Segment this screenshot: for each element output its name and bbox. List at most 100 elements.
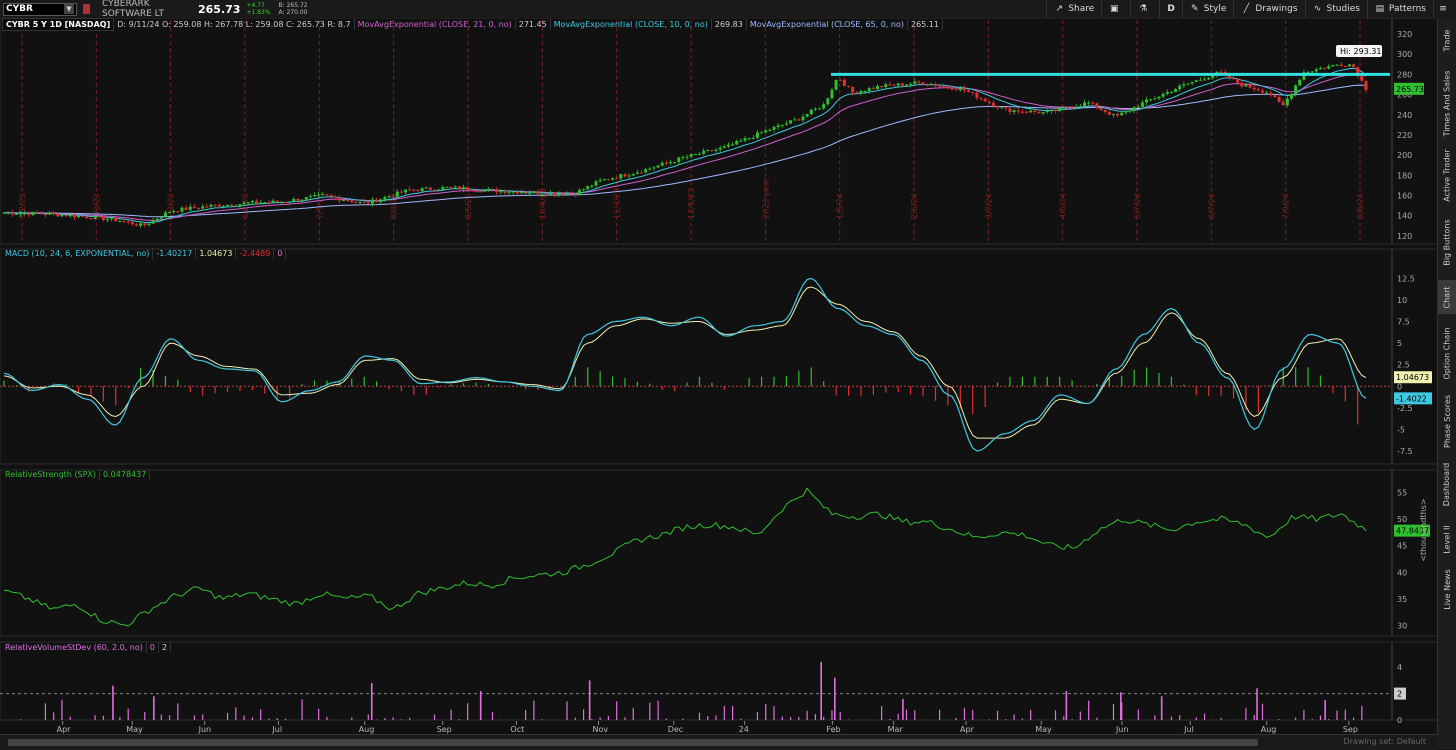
bid: B: 265.72 — [278, 2, 308, 9]
candle-body — [370, 199, 374, 204]
candle-body — [366, 202, 370, 204]
candle-body — [1261, 90, 1265, 93]
date-label: 7/9/24 — [1282, 193, 1291, 219]
candle-body — [1182, 84, 1186, 86]
flag-icon[interactable] — [83, 4, 90, 14]
candle-body — [126, 221, 130, 223]
candle-body — [292, 198, 296, 202]
candle-body — [1265, 92, 1269, 94]
candle-body — [35, 211, 39, 214]
candle-body — [933, 84, 937, 86]
sidebar-tab-big-buttons[interactable]: Big Buttons — [1438, 210, 1456, 274]
studies-icon: ∿ — [1313, 4, 1322, 14]
candle-body — [1194, 80, 1198, 83]
sidebar-tab-trade[interactable]: Trade — [1438, 20, 1456, 60]
rs-tick-label: 45 — [1397, 542, 1407, 551]
price-title: CYBR 5 Y 1D [NASDAQ] — [2, 18, 115, 31]
sidebar-tab-live-news[interactable]: Live News — [1438, 566, 1456, 612]
horizontal-scrollbar[interactable] — [8, 739, 1258, 746]
candle-body — [118, 221, 122, 223]
candle-body — [1236, 78, 1240, 83]
candle-body — [275, 200, 279, 202]
studies-button[interactable]: ∿ Studies — [1304, 0, 1367, 18]
candle-body — [383, 197, 387, 200]
price-pane[interactable]: 1201401601802002202402602803003203/2/23 4… — [0, 18, 1438, 245]
candle-body — [553, 192, 557, 195]
clipboard-button[interactable]: ▣ — [1101, 0, 1130, 18]
candle-body — [648, 168, 652, 170]
candle-body — [706, 150, 710, 152]
candle-body — [217, 204, 221, 207]
candle-body — [85, 216, 89, 219]
rs-frame — [0, 469, 1438, 637]
candle-body — [139, 223, 143, 226]
candle-body — [842, 79, 846, 86]
candle-body — [1091, 102, 1095, 104]
symbol-selector[interactable]: CYBR ▼ — [3, 2, 77, 16]
flask-button[interactable]: ⚗ — [1130, 0, 1159, 18]
sidebar-tab-level-ii[interactable]: Level II — [1438, 518, 1456, 560]
candle-body — [826, 98, 830, 105]
price-tick-label: 120 — [1397, 232, 1412, 241]
month-label: Jun — [198, 725, 212, 734]
candle-body — [921, 82, 925, 85]
candle-body — [105, 219, 109, 221]
candle-body — [1174, 89, 1178, 93]
sidebar-tab-option-chain[interactable]: Option Chain — [1438, 320, 1456, 386]
relative-strength-pane[interactable]: 30354045505547.8437<thousandths> — [0, 469, 1438, 637]
candle-body — [27, 213, 31, 216]
candle-body — [470, 190, 474, 192]
drawings-button[interactable]: ╱ Drawings — [1233, 0, 1304, 18]
candle-body — [611, 178, 615, 180]
sidebar-tab-active-trader[interactable]: Active Trader — [1438, 146, 1456, 204]
sidebar-tab-times-and-sales[interactable]: Times And Sales — [1438, 66, 1456, 140]
aggregation-label: D — [1167, 4, 1175, 14]
ema21-label: MovAvgExponential (CLOSE, 21, 0, no) — [355, 19, 516, 30]
candle-body — [768, 129, 772, 131]
candle-body — [797, 119, 801, 121]
share-button[interactable]: ↗ Share — [1046, 0, 1101, 18]
menu-button[interactable]: ≡ — [1433, 0, 1456, 18]
candle-body — [412, 189, 416, 191]
candle-body — [1045, 110, 1049, 113]
candle-body — [114, 217, 118, 222]
sidebar-tab-phase-scores[interactable]: Phase Scores — [1438, 392, 1456, 450]
relative-volume-pane[interactable]: 0242 — [0, 641, 1438, 725]
candle-body — [789, 120, 793, 124]
chart-area[interactable]: 1201401601802002202402602803003203/2/23 4… — [0, 18, 1438, 734]
candle-body — [847, 85, 851, 87]
candle-body — [1140, 102, 1144, 107]
candle-body — [962, 88, 966, 91]
rv-tick-label: 0 — [1397, 716, 1402, 725]
candle-body — [201, 206, 205, 209]
candle-body — [1335, 64, 1339, 66]
candle-body — [1066, 107, 1070, 109]
chevron-down-icon[interactable]: ▼ — [64, 4, 74, 14]
macd-pane[interactable]: 12.5 10 7.5 5 2.5 0 -2.5 -5 -7.5 1.04673 -1.4022 — [0, 248, 1438, 465]
price-frame — [0, 18, 1438, 245]
macd-tick-label: 10 — [1397, 296, 1407, 305]
macd-legend: MACD (10, 24, 6, EXPONENTIAL, no) -1.402… — [2, 248, 287, 259]
candle-body — [1145, 99, 1149, 103]
candle-body — [478, 191, 482, 193]
style-button[interactable]: ✎ Style — [1181, 0, 1234, 18]
drawing-set-label[interactable]: Drawing set: Default — [1343, 737, 1426, 746]
aggregation-button[interactable]: D — [1159, 0, 1181, 18]
candle-body — [43, 213, 47, 215]
candle-body — [1331, 64, 1335, 67]
sidebar-tab-label: Big Buttons — [1442, 218, 1452, 266]
sidebar-tab-dashboard[interactable]: Dashboard — [1438, 456, 1456, 512]
patterns-icon: ▤ — [1375, 4, 1385, 14]
sidebar-tab-chart[interactable]: Chart — [1438, 280, 1456, 314]
candle-body — [449, 186, 453, 188]
candle-body — [60, 214, 64, 217]
patterns-button[interactable]: ▤ Patterns — [1366, 0, 1433, 18]
candle-body — [64, 214, 68, 217]
candle-body — [904, 84, 908, 86]
candle-body — [880, 86, 884, 88]
candle-body — [867, 88, 871, 91]
candle-body — [693, 153, 697, 155]
candle-body — [23, 213, 27, 215]
candle-body — [259, 202, 263, 204]
candle-body — [1298, 79, 1302, 86]
